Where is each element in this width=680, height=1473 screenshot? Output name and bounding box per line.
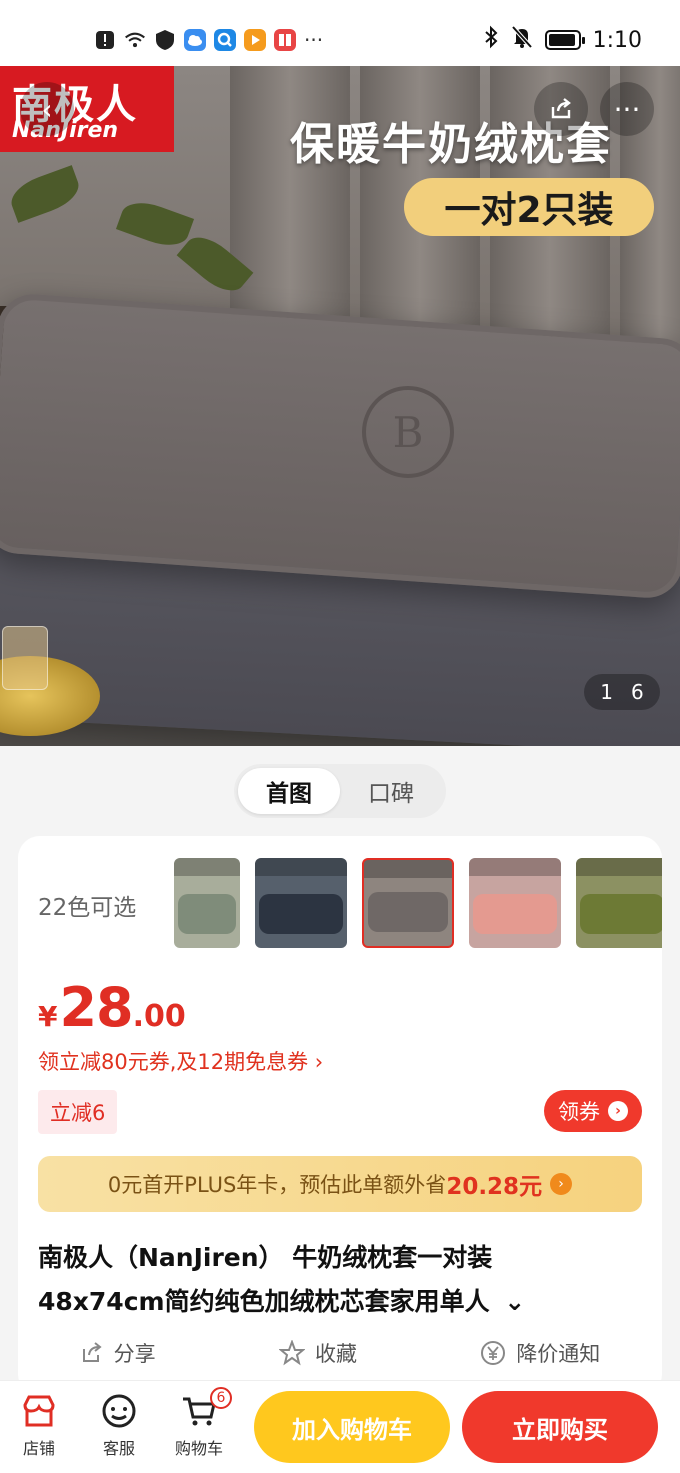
service-nav-item[interactable]: 客服: [84, 1391, 154, 1459]
cart-nav-label: 购物车: [174, 1439, 223, 1458]
thumbnail-pillow: [259, 894, 343, 934]
coupon-promo-link[interactable]: 领立减80元券,及12期免息券 ›: [38, 1046, 323, 1076]
color-thumbnail[interactable]: [469, 858, 561, 948]
cart-nav-item[interactable]: 6 购物车: [164, 1387, 234, 1459]
pillow-emblem: B: [362, 386, 454, 478]
product-info-card: 22色可选 ¥ 28 .00 领立减80元券,及12期免息券 › 立减6 领券 …: [18, 836, 662, 1396]
book-app-icon: [274, 29, 296, 51]
more-options-button[interactable]: ···: [600, 82, 654, 136]
favorite-action[interactable]: 收藏: [278, 1338, 357, 1368]
plant-leaf: [5, 165, 85, 223]
back-arrow-icon: ‹: [41, 92, 53, 126]
wifi-icon: [124, 29, 146, 51]
bottom-action-bar: 店铺 客服 6 购物车 加入购物车 立即购买: [0, 1380, 680, 1473]
status-time: 1:10: [592, 27, 642, 53]
tea-glass: [2, 626, 48, 690]
battery-icon: [544, 30, 585, 50]
chevron-right-icon: ›: [550, 1173, 573, 1195]
tab-reputation[interactable]: 口碑: [340, 768, 442, 814]
share-action-label: 分享: [113, 1342, 156, 1366]
share-icon: [82, 1342, 102, 1362]
price-currency: ¥: [38, 1000, 58, 1033]
price-integer: 28: [59, 976, 133, 1039]
service-nav-label: 客服: [102, 1439, 135, 1458]
price: ¥ 28 .00: [38, 976, 186, 1039]
status-bar-right-icons: 1:10: [483, 24, 642, 56]
claim-coupon-label: 领券: [558, 1100, 600, 1124]
shield-icon: [154, 29, 176, 51]
product-title[interactable]: 南极人（NanJiren） 牛奶绒枕套一对装 48x74cm简约纯色加绒枕芯套家…: [38, 1236, 638, 1324]
add-to-cart-button[interactable]: 加入购物车: [254, 1391, 450, 1463]
product-actions: 分享 收藏 降价通知: [18, 1338, 662, 1368]
color-thumbnail[interactable]: [576, 858, 662, 948]
discount-tag: 立减6: [38, 1090, 118, 1134]
customer-service-icon: [102, 1394, 136, 1428]
store-icon: [23, 1395, 55, 1427]
plus-membership-banner[interactable]: 0元首开PLUS年卡，预估此单额外省 20.28元 ›: [38, 1156, 642, 1212]
thumbnail-pillow: [178, 894, 236, 934]
back-button[interactable]: ‹: [20, 82, 74, 136]
product-title-line: 48x74cm简约纯色加绒枕芯套家用单人 ⌄: [38, 1287, 526, 1316]
plus-banner-amount: 20.28元: [446, 1174, 543, 1200]
price-decimal: .00: [132, 999, 186, 1034]
color-thumbnail[interactable]: [255, 858, 347, 948]
color-thumbnail[interactable]: [174, 858, 240, 948]
view-toggle: 首图 口碑: [234, 764, 446, 818]
price-alert-action[interactable]: 降价通知: [480, 1338, 600, 1368]
hero-pill: 一对2只装: [404, 178, 654, 236]
video-app-icon: [244, 29, 266, 51]
product-image-carousel[interactable]: B 南极人 NanJiren 保暖牛奶绒枕套 一对2只装 ‹ ··· 1 6: [0, 66, 680, 746]
color-thumbnail-selected[interactable]: [362, 858, 454, 948]
status-bar: ··· 1:10: [0, 0, 680, 66]
bluetooth-icon: [483, 25, 499, 55]
color-thumbnail-list: [174, 858, 662, 948]
store-nav-item[interactable]: 店铺: [4, 1391, 74, 1459]
alert-icon: [94, 29, 116, 51]
star-icon: [278, 1340, 305, 1366]
favorite-action-label: 收藏: [314, 1342, 357, 1366]
cart-count-badge: 6: [210, 1387, 232, 1409]
claim-coupon-button[interactable]: 领券 ›: [544, 1090, 642, 1132]
buy-now-button[interactable]: 立即购买: [462, 1391, 658, 1463]
more-dots-icon: ···: [613, 92, 641, 126]
image-counter-total: 6: [631, 680, 644, 704]
store-nav-label: 店铺: [22, 1439, 55, 1458]
plant-leaf: [115, 195, 195, 253]
color-count-label[interactable]: 22色可选: [38, 888, 136, 922]
chevron-right-icon: ›: [608, 1101, 628, 1121]
yen-circle-icon: [481, 1341, 506, 1365]
image-counter-current: 1: [600, 680, 613, 704]
more-dots-icon: ···: [304, 28, 324, 52]
search-app-icon: [214, 29, 236, 51]
thumbnail-pillow: [473, 894, 557, 934]
mute-icon: [511, 25, 533, 55]
tab-main-image[interactable]: 首图: [238, 768, 340, 814]
thumbnail-pillow: [580, 894, 662, 934]
product-title-line: 南极人（NanJiren） 牛奶绒枕套一对装: [38, 1243, 493, 1272]
cloud-app-icon: [184, 29, 206, 51]
image-counter: 1 6: [584, 674, 660, 710]
plus-banner-text: 0元首开PLUS年卡，预估此单额外省: [107, 1173, 447, 1197]
price-alert-label: 降价通知: [516, 1342, 601, 1366]
share-action[interactable]: 分享: [80, 1338, 156, 1368]
product-detail-screen: ··· 1:10 B 南极人 NanJiren 保暖牛奶绒枕套 一对2只装 ‹ …: [0, 0, 680, 1473]
status-bar-left-icons: ···: [94, 26, 323, 54]
pillow-front: [0, 291, 680, 601]
share-button[interactable]: [534, 82, 588, 136]
thumbnail-pillow: [368, 892, 448, 932]
share-icon: [551, 98, 571, 119]
expand-chevron-icon[interactable]: ⌄: [504, 1287, 525, 1316]
